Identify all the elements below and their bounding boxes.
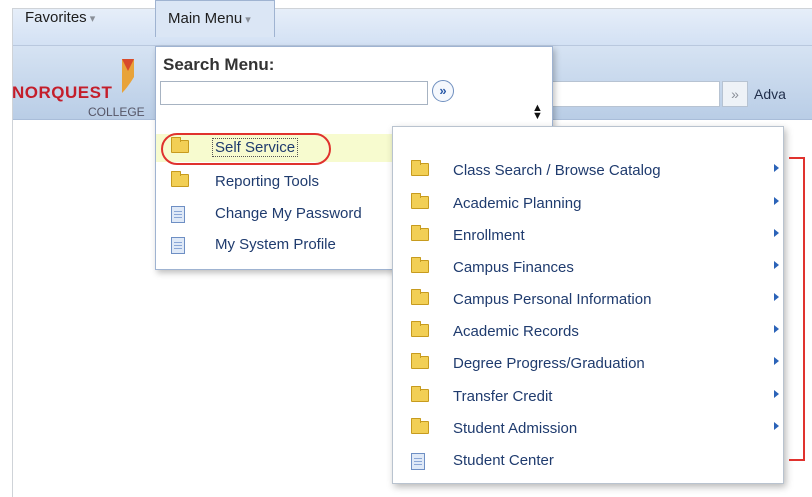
menu-item-label: My System Profile xyxy=(215,236,336,253)
submenu-item-transfer-credit[interactable]: Transfer Credit xyxy=(393,381,783,413)
page-icon xyxy=(171,206,185,223)
annotation-circle xyxy=(161,133,331,165)
college-logo: NORQUEST xyxy=(12,83,113,102)
submenu-item-label: Campus Finances xyxy=(453,259,574,276)
menu-search-input[interactable] xyxy=(160,81,428,105)
folder-icon xyxy=(411,386,429,402)
submenu-item-label: Academic Planning xyxy=(453,195,582,212)
submenu-item-campus-finances[interactable]: Campus Finances xyxy=(393,252,783,284)
folder-icon xyxy=(171,171,189,187)
folder-icon xyxy=(411,321,429,337)
favorites-label: Favorites xyxy=(25,9,87,26)
submenu-item-campus-personal-information[interactable]: Campus Personal Information xyxy=(393,284,783,316)
folder-icon xyxy=(411,353,429,369)
chevron-right-icon xyxy=(774,197,779,205)
submenu-item-academic-records[interactable]: Academic Records xyxy=(393,316,783,348)
submenu-item-label: Degree Progress/Graduation xyxy=(453,355,645,372)
submenu-item-student-center[interactable]: Student Center xyxy=(393,445,783,477)
chevron-right-icon xyxy=(774,422,779,430)
submenu-item-label: Student Center xyxy=(453,452,554,469)
chevron-down-icon: ▾ xyxy=(245,14,251,26)
submenu-item-label: Academic Records xyxy=(453,323,579,340)
advanced-search-link[interactable]: Adva xyxy=(754,86,786,102)
submenu-item-class-search[interactable]: Class Search / Browse Catalog xyxy=(393,155,783,187)
chevron-right-icon xyxy=(774,325,779,333)
page-icon xyxy=(171,237,185,254)
submenu-item-label: Class Search / Browse Catalog xyxy=(453,162,661,179)
menu-item-reporting-tools[interactable]: Reporting Tools xyxy=(156,168,392,196)
chevron-right-icon xyxy=(774,261,779,269)
favorites-menu[interactable]: Favorites ▾ xyxy=(13,0,153,37)
menu-item-change-my-password[interactable]: Change My Password xyxy=(156,200,392,228)
menu-search-go-button[interactable]: » xyxy=(432,80,454,102)
folder-icon xyxy=(411,193,429,209)
chevron-right-icon xyxy=(774,357,779,365)
folder-icon xyxy=(411,418,429,434)
chevron-down-icon: ▾ xyxy=(89,13,96,25)
folder-icon xyxy=(411,289,429,305)
submenu-item-label: Enrollment xyxy=(453,227,525,244)
global-search-button[interactable]: » xyxy=(722,81,748,107)
chevron-right-icon xyxy=(774,390,779,398)
folder-icon xyxy=(411,225,429,241)
search-menu-label: Search Menu: xyxy=(163,55,275,74)
menu-item-label: Reporting Tools xyxy=(215,173,319,190)
submenu-item-label: Campus Personal Information xyxy=(453,291,652,308)
folder-icon xyxy=(411,257,429,273)
submenu-item-label: Student Admission xyxy=(453,420,578,437)
submenu-item-enrollment[interactable]: Enrollment xyxy=(393,220,783,252)
folder-icon xyxy=(411,160,429,176)
menu-item-my-system-profile[interactable]: My System Profile xyxy=(156,231,392,259)
submenu-item-degree-progress[interactable]: Degree Progress/Graduation xyxy=(393,348,783,380)
annotation-bracket xyxy=(789,157,805,461)
college-logo-subtext: COLLEGE xyxy=(88,105,145,119)
menu-item-label: Change My Password xyxy=(215,205,362,222)
global-search-input[interactable] xyxy=(552,81,720,107)
college-logo-mark-icon xyxy=(122,59,134,93)
chevron-right-icon xyxy=(774,229,779,237)
submenu-item-label: Transfer Credit xyxy=(453,388,553,405)
main-menu[interactable]: Main Menu ▾ xyxy=(155,0,275,37)
chevron-right-icon xyxy=(774,293,779,301)
chevron-right-icon xyxy=(774,164,779,172)
submenu-item-student-admission[interactable]: Student Admission xyxy=(393,413,783,445)
main-menu-label: Main Menu xyxy=(168,10,243,27)
sort-toggle-icon[interactable]: ▲ ▼ xyxy=(532,103,543,122)
submenu-item-academic-planning[interactable]: Academic Planning xyxy=(393,188,783,220)
page-icon xyxy=(411,453,425,470)
